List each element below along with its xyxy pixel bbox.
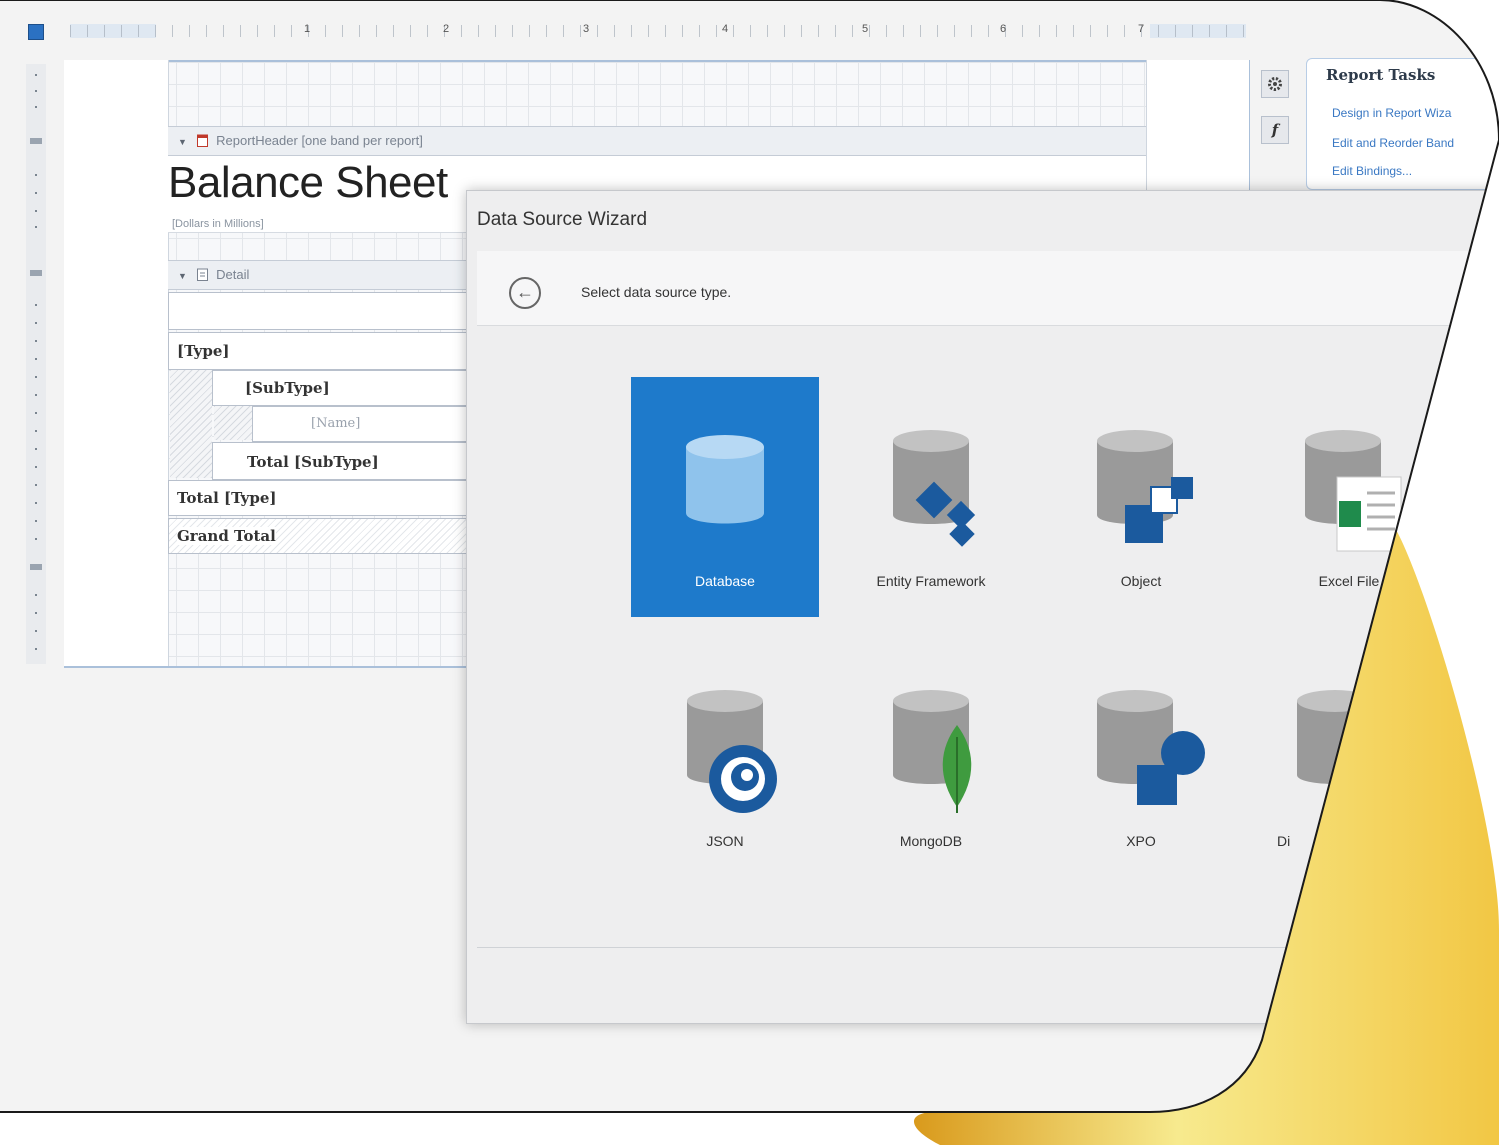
- frame-outline: [0, 0, 1499, 1113]
